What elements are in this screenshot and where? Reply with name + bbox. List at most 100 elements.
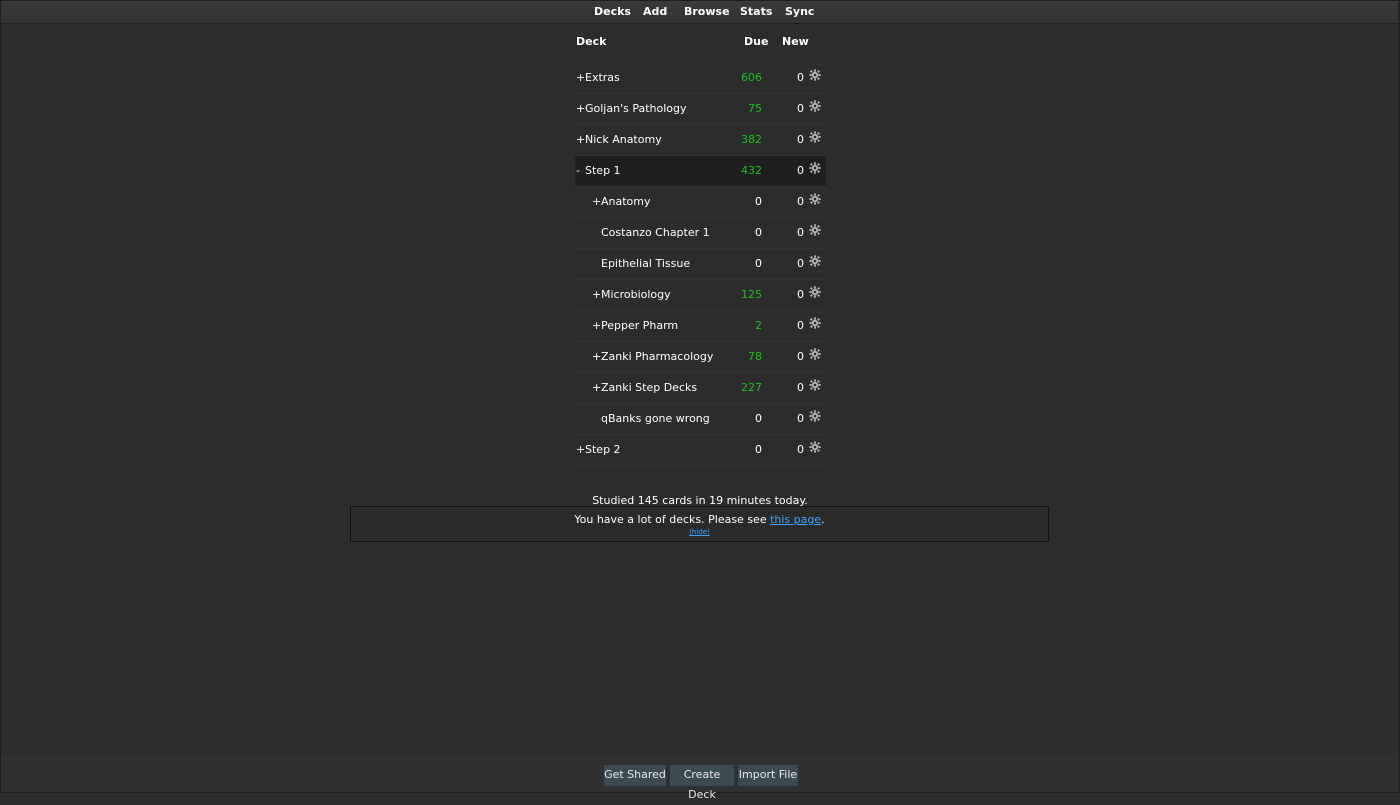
column-header-due: Due	[744, 35, 769, 48]
gear-icon[interactable]	[809, 69, 821, 81]
gear-icon[interactable]	[809, 348, 821, 360]
expand-collapse-toggle[interactable]: +	[592, 350, 601, 363]
expand-collapse-toggle[interactable]: +	[576, 133, 585, 146]
new-count: 0	[797, 381, 804, 394]
expand-collapse-toggle[interactable]: +	[592, 195, 601, 208]
deck-row[interactable]: +Nick Anatomy 382 0	[575, 125, 826, 156]
expand-collapse-toggle[interactable]: +	[592, 381, 601, 394]
deck-row[interactable]: +Step 2 0 0	[575, 435, 826, 466]
gear-icon[interactable]	[809, 286, 821, 298]
deck-name[interactable]: +Zanki Pharmacology	[592, 350, 713, 363]
gear-icon[interactable]	[809, 317, 821, 329]
deck-row[interactable]: +Extras 606 0	[575, 63, 826, 94]
expand-collapse-toggle[interactable]: +	[576, 443, 585, 456]
deck-name[interactable]: Epithelial Tissue	[601, 257, 690, 270]
due-count: 0	[755, 257, 762, 270]
notice-text: You have a lot of decks. Please see	[574, 513, 771, 526]
new-count: 0	[797, 226, 804, 239]
new-count: 0	[797, 288, 804, 301]
hide-link[interactable]: (hide)	[351, 528, 1048, 536]
notice-link[interactable]: this page	[770, 513, 821, 526]
new-count: 0	[797, 443, 804, 456]
nav-add[interactable]: Add	[643, 5, 667, 18]
expand-collapse-toggle[interactable]: -	[576, 164, 585, 177]
deck-name[interactable]: Costanzo Chapter 1	[601, 226, 710, 239]
deck-name-label: Anatomy	[601, 195, 651, 208]
deck-name[interactable]: +Anatomy	[592, 195, 651, 208]
expand-collapse-toggle[interactable]: +	[576, 71, 585, 84]
import-file-button[interactable]: Import File	[737, 764, 799, 787]
new-count: 0	[797, 164, 804, 177]
get-shared-button[interactable]: Get Shared	[603, 764, 667, 787]
gear-icon[interactable]	[809, 193, 821, 205]
deck-name-label: Step 2	[585, 443, 621, 456]
deck-name[interactable]: +Microbiology	[592, 288, 671, 301]
column-header-deck: Deck	[576, 35, 607, 48]
deck-name[interactable]: +Zanki Step Decks	[592, 381, 697, 394]
deck-row[interactable]: +Zanki Step Decks 227 0	[575, 373, 826, 404]
due-count: 2	[755, 319, 762, 332]
due-count: 432	[741, 164, 762, 177]
nav-decks[interactable]: Decks	[594, 5, 631, 18]
new-count: 0	[797, 319, 804, 332]
bottom-toolbar: Get Shared Create Deck Import File	[1, 752, 1398, 801]
gear-icon[interactable]	[809, 441, 821, 453]
deck-name[interactable]: +Goljan's Pathology	[576, 102, 687, 115]
gear-icon[interactable]	[809, 379, 821, 391]
nav-browse[interactable]: Browse	[684, 5, 730, 18]
deck-name[interactable]: +Step 2	[576, 443, 621, 456]
gear-icon[interactable]	[809, 255, 821, 267]
nav-sync[interactable]: Sync	[785, 5, 814, 18]
new-count: 0	[797, 133, 804, 146]
deck-name[interactable]: +Nick Anatomy	[576, 133, 662, 146]
due-count: 0	[755, 412, 762, 425]
due-count: 125	[741, 288, 762, 301]
gear-icon[interactable]	[809, 100, 821, 112]
deck-row[interactable]: - Step 1 432 0	[575, 156, 826, 187]
deck-row[interactable]: +Microbiology 125 0	[575, 280, 826, 311]
gear-icon[interactable]	[809, 224, 821, 236]
gear-icon[interactable]	[809, 410, 821, 422]
gear-icon[interactable]	[809, 131, 821, 143]
due-count: 0	[755, 443, 762, 456]
nav-stats[interactable]: Stats	[740, 5, 772, 18]
create-deck-button[interactable]: Create Deck	[669, 764, 735, 801]
gear-icon[interactable]	[809, 162, 821, 174]
due-count: 78	[748, 350, 762, 363]
deck-name-label: Extras	[585, 71, 620, 84]
deck-name[interactable]: +Pepper Pharm	[592, 319, 678, 332]
deck-row[interactable]: Costanzo Chapter 1 0 0	[575, 218, 826, 249]
new-count: 0	[797, 195, 804, 208]
expand-collapse-toggle[interactable]: +	[592, 288, 601, 301]
deck-name-label: Microbiology	[601, 288, 671, 301]
notice-box: You have a lot of decks. Please see this…	[350, 506, 1049, 542]
deck-row[interactable]: Epithelial Tissue 0 0	[575, 249, 826, 280]
deck-name[interactable]: qBanks gone wrong	[601, 412, 710, 425]
deck-row[interactable]: qBanks gone wrong 0 0	[575, 404, 826, 435]
deck-name-label: Epithelial Tissue	[601, 257, 691, 270]
new-count: 0	[797, 350, 804, 363]
deck-name-label: Goljan's Pathology	[585, 102, 687, 115]
due-count: 382	[741, 133, 762, 146]
deck-name-label: Zanki Pharmacology	[601, 350, 714, 363]
deck-row[interactable]: +Pepper Pharm 2 0	[575, 311, 826, 342]
deck-name-label: Nick Anatomy	[585, 133, 662, 146]
due-count: 0	[755, 195, 762, 208]
deck-name-label: Pepper Pharm	[601, 319, 679, 332]
deck-row[interactable]: +Anatomy 0 0	[575, 187, 826, 218]
due-count: 227	[741, 381, 762, 394]
deck-row[interactable]: +Goljan's Pathology 75 0	[575, 94, 826, 125]
top-toolbar: Decks Add Browse Stats Sync	[1, 1, 1398, 24]
new-count: 0	[797, 102, 804, 115]
deck-row[interactable]: +Zanki Pharmacology 78 0	[575, 342, 826, 373]
notice-message: You have a lot of decks. Please see this…	[351, 513, 1048, 526]
deck-name-label: qBanks gone wrong	[601, 412, 710, 425]
expand-collapse-toggle[interactable]: +	[576, 102, 585, 115]
expand-collapse-toggle[interactable]: +	[592, 319, 601, 332]
new-count: 0	[797, 412, 804, 425]
deck-name[interactable]: - Step 1	[576, 164, 621, 177]
new-count: 0	[797, 257, 804, 270]
column-header-new: New	[782, 35, 809, 48]
deck-name[interactable]: +Extras	[576, 71, 620, 84]
deck-name-label: Step 1	[585, 164, 621, 177]
